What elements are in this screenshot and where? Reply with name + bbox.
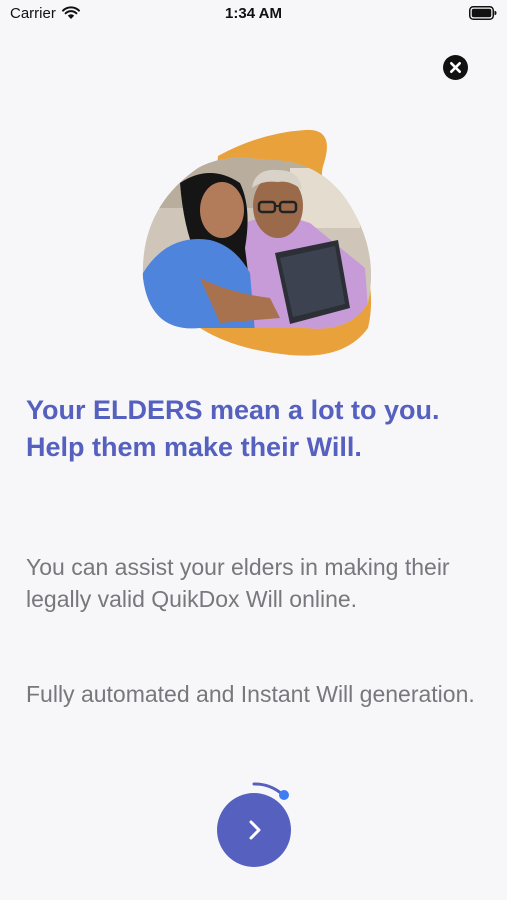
status-bar: Carrier 1:34 AM bbox=[0, 0, 507, 30]
headline-line-2: Help them make their Will. bbox=[26, 432, 362, 462]
close-icon bbox=[450, 62, 461, 73]
clock: 1:34 AM bbox=[225, 5, 282, 22]
page-headline: Your ELDERS mean a lot to you. Help them… bbox=[26, 392, 486, 466]
close-button[interactable] bbox=[443, 55, 468, 80]
onboarding-progress bbox=[210, 776, 300, 872]
battery-icon bbox=[469, 6, 497, 20]
headline-line-1: Your ELDERS mean a lot to you. bbox=[26, 395, 440, 425]
description-paragraph-2: Fully automated and Instant Will generat… bbox=[26, 681, 475, 707]
hero-illustration bbox=[142, 129, 372, 356]
chevron-right-icon bbox=[249, 820, 261, 840]
description-paragraph-1: You can assist your elders in making the… bbox=[26, 554, 450, 612]
photo-elders bbox=[142, 157, 372, 329]
next-button[interactable] bbox=[217, 793, 291, 867]
